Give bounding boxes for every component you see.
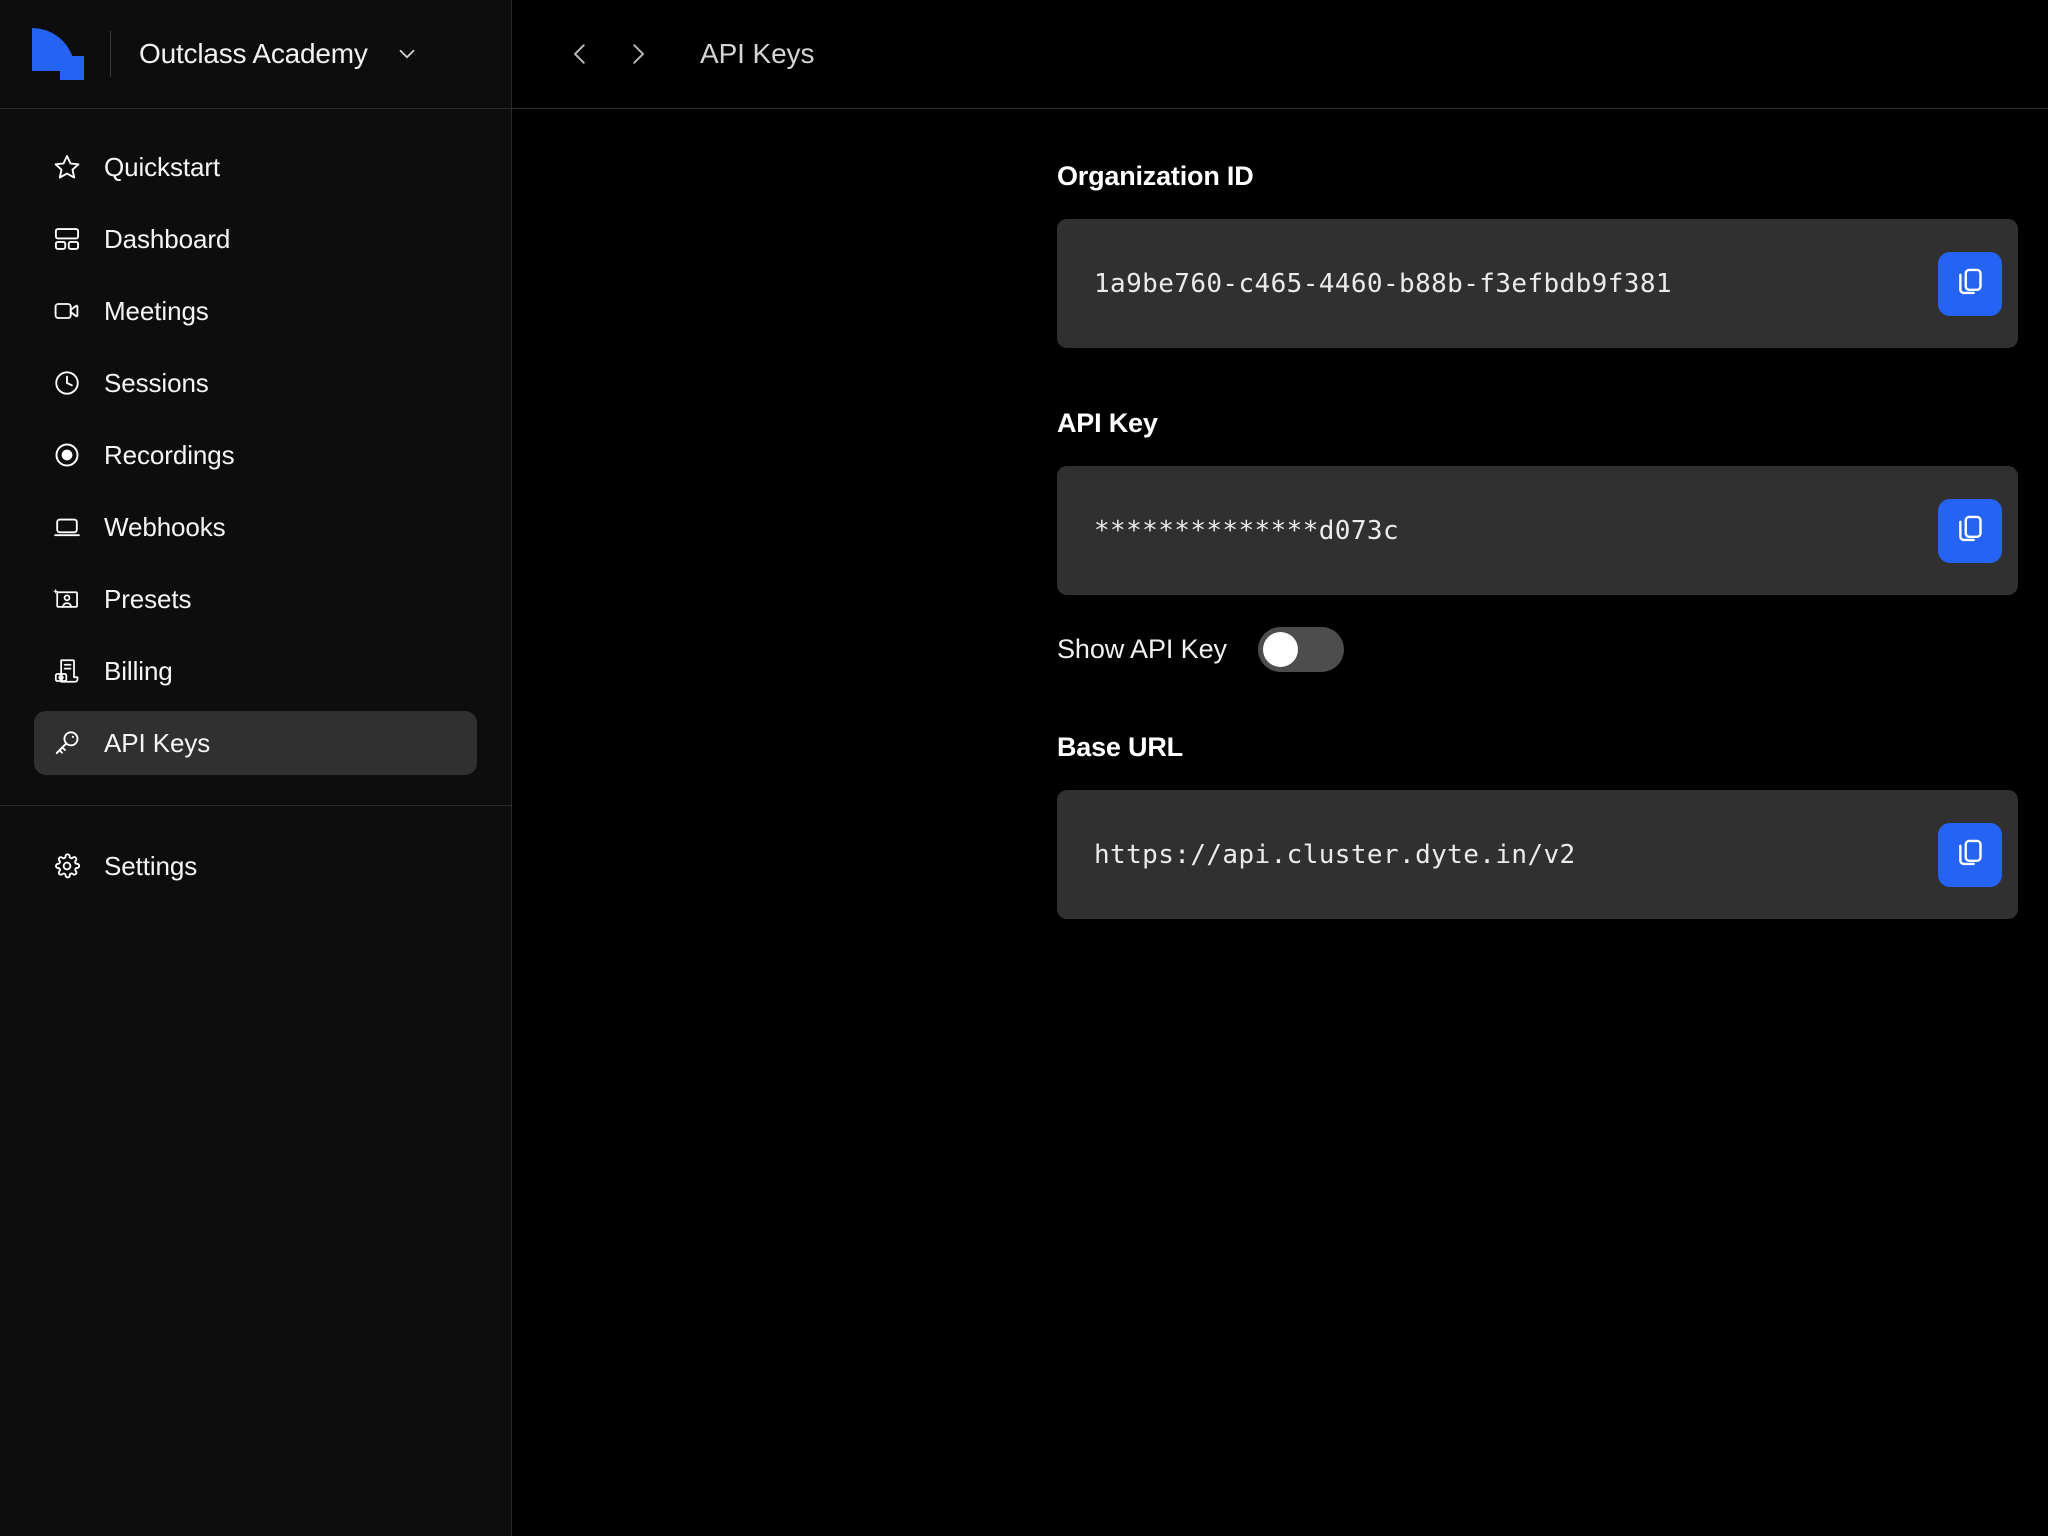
brand-bar: Outclass Academy <box>0 0 511 109</box>
sidebar-item-billing[interactable]: Billing <box>34 639 477 703</box>
main-panel: API Keys Organization ID 1a9be760-c465-4… <box>512 0 2048 1536</box>
toggle-knob <box>1263 632 1298 667</box>
sidebar-item-label: Dashboard <box>104 224 230 255</box>
copy-organization-id-button[interactable] <box>1938 252 2002 316</box>
sidebar-nav-footer: Settings <box>0 806 511 898</box>
sidebar-nav-primary: Quickstart Dashboard Meetings Sessions <box>0 109 511 775</box>
sidebar-item-label: API Keys <box>104 728 210 759</box>
clock-icon <box>52 368 82 398</box>
show-api-key-row: Show API Key <box>1057 627 2048 672</box>
base-url-field[interactable]: https://api.cluster.dyte.in/v2 <box>1057 790 2018 919</box>
sidebar-item-label: Meetings <box>104 296 209 327</box>
star-icon <box>52 152 82 182</box>
sidebar-item-label: Presets <box>104 584 191 615</box>
show-api-key-label: Show API Key <box>1057 634 1227 665</box>
sidebar-item-label: Quickstart <box>104 152 220 183</box>
video-camera-icon <box>52 296 82 326</box>
brand-divider <box>110 31 111 77</box>
sidebar-item-label: Billing <box>104 656 173 687</box>
sidebar-item-label: Webhooks <box>104 512 226 543</box>
chevron-right-icon[interactable] <box>612 28 664 80</box>
base-url-value: https://api.cluster.dyte.in/v2 <box>1094 840 1938 870</box>
organization-id-section: Organization ID 1a9be760-c465-4460-b88b-… <box>1057 161 2048 348</box>
invoice-icon <box>52 656 82 686</box>
copy-api-key-button[interactable] <box>1938 499 2002 563</box>
copy-icon <box>1953 835 1987 874</box>
dashboard-icon <box>52 224 82 254</box>
api-key-field[interactable]: **************d073c <box>1057 466 2018 595</box>
sidebar-item-api-keys[interactable]: API Keys <box>34 711 477 775</box>
organization-id-field[interactable]: 1a9be760-c465-4460-b88b-f3efbdb9f381 <box>1057 219 2018 348</box>
sidebar-item-label: Recordings <box>104 440 235 471</box>
base-url-label: Base URL <box>1057 732 2048 763</box>
sidebar-item-settings[interactable]: Settings <box>34 834 477 898</box>
api-key-section: API Key **************d073c Show API Key <box>1057 408 2048 672</box>
page-title: API Keys <box>700 38 814 70</box>
sidebar-item-quickstart[interactable]: Quickstart <box>34 135 477 199</box>
key-icon <box>52 728 82 758</box>
organization-name: Outclass Academy <box>139 38 368 70</box>
chevron-left-icon[interactable] <box>554 28 606 80</box>
sidebar-item-webhooks[interactable]: Webhooks <box>34 495 477 559</box>
preset-card-icon <box>52 584 82 614</box>
sidebar-item-dashboard[interactable]: Dashboard <box>34 207 477 271</box>
sidebar: Outclass Academy Quickstart Dashboard <box>0 0 512 1536</box>
sidebar-item-sessions[interactable]: Sessions <box>34 351 477 415</box>
dyte-logo-icon <box>32 28 88 80</box>
app-root: Outclass Academy Quickstart Dashboard <box>0 0 2048 1536</box>
api-key-label: API Key <box>1057 408 2048 439</box>
sidebar-item-recordings[interactable]: Recordings <box>34 423 477 487</box>
gear-icon <box>52 851 82 881</box>
content-area: Organization ID 1a9be760-c465-4460-b88b-… <box>512 109 2048 1536</box>
laptop-icon <box>52 512 82 542</box>
api-key-value: **************d073c <box>1094 516 1938 546</box>
record-icon <box>52 440 82 470</box>
chevron-down-icon[interactable] <box>394 41 420 67</box>
organization-id-label: Organization ID <box>1057 161 2048 192</box>
sidebar-item-label: Sessions <box>104 368 209 399</box>
show-api-key-toggle[interactable] <box>1258 627 1344 672</box>
copy-icon <box>1953 511 1987 550</box>
copy-icon <box>1953 264 1987 303</box>
sidebar-item-label: Settings <box>104 851 197 882</box>
topbar: API Keys <box>512 0 2048 109</box>
copy-base-url-button[interactable] <box>1938 823 2002 887</box>
sidebar-item-meetings[interactable]: Meetings <box>34 279 477 343</box>
organization-id-value: 1a9be760-c465-4460-b88b-f3efbdb9f381 <box>1094 269 1938 299</box>
base-url-section: Base URL https://api.cluster.dyte.in/v2 <box>1057 732 2048 919</box>
sidebar-item-presets[interactable]: Presets <box>34 567 477 631</box>
